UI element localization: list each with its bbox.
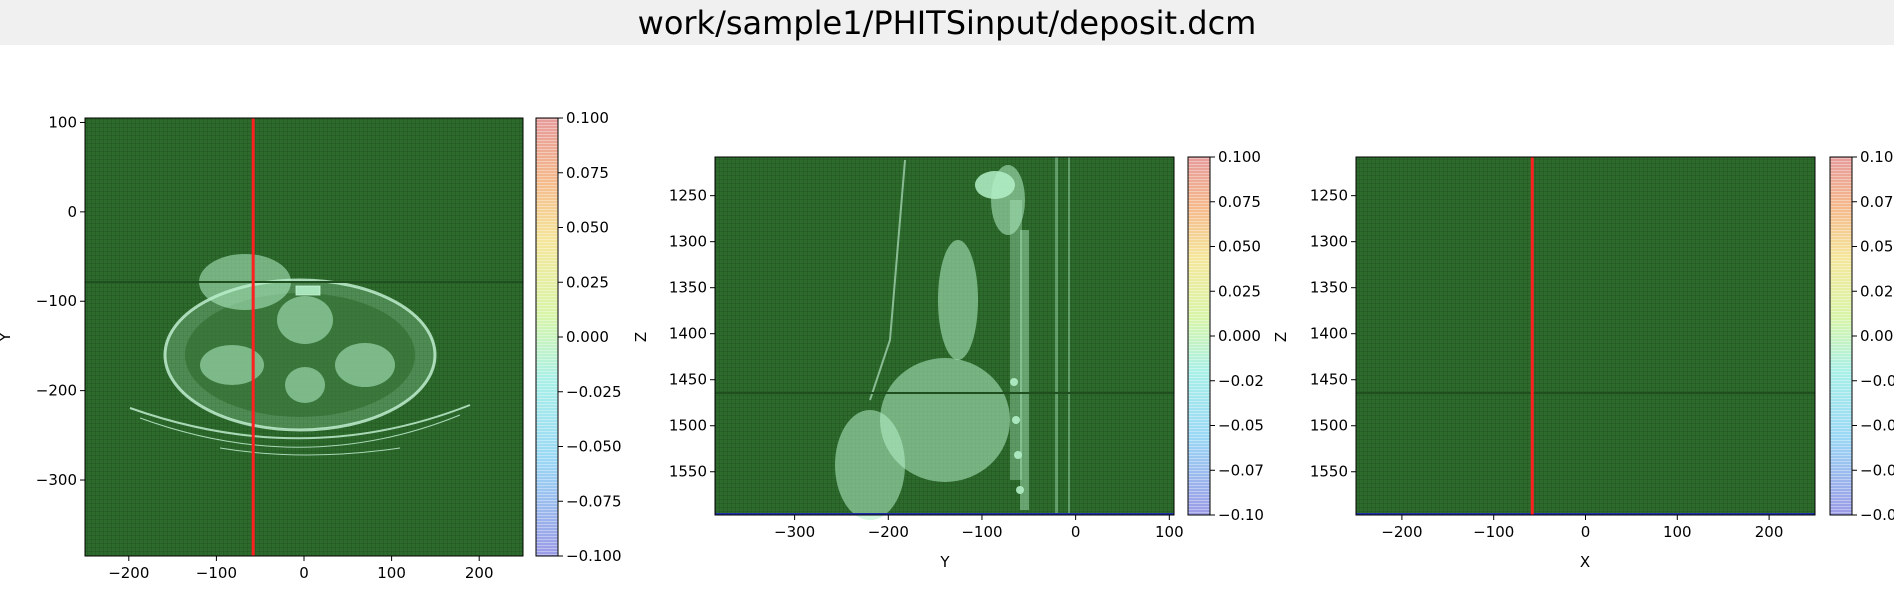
colorbar-tick-label: 0.075 [1218, 193, 1261, 211]
y-tick-label: −100 [36, 292, 77, 310]
y-tick-label: 1450 [1310, 371, 1348, 389]
colorbar-tick-label: 0.05 [1860, 238, 1893, 256]
colorbar-tick-label: −0.0 [1860, 506, 1894, 524]
x-tick-label: 100 [1155, 523, 1184, 541]
sagittal-y-axis-label: Z [632, 332, 650, 342]
y-tick-label: 1350 [1310, 279, 1348, 297]
colorbar-tick-label: 0.025 [566, 273, 609, 291]
colorbar-tick-label: 0.050 [1218, 238, 1261, 256]
colorbar-tick-label: 0.100 [566, 109, 609, 127]
axial-x-ticks: −200 −100 0 100 200 [108, 556, 494, 582]
y-tick-label: 1500 [1310, 417, 1348, 435]
colorbar-tick-label: 0.100 [1218, 148, 1261, 166]
coronal-x-ticks: −200 −100 0 100 200 [1381, 515, 1783, 541]
x-tick-label: −200 [868, 523, 909, 541]
colorbar-tick-label: 0.050 [566, 219, 609, 237]
x-tick-label: −100 [1473, 523, 1514, 541]
y-tick-label: 1250 [669, 187, 707, 205]
y-tick-label: 1550 [1310, 463, 1348, 481]
colorbar-tick-label: −0.05 [1218, 417, 1264, 435]
x-tick-label: 200 [465, 564, 494, 582]
y-tick-label: 1400 [669, 325, 707, 343]
coronal-x-axis-label: X [1580, 553, 1590, 571]
y-tick-label: −300 [36, 471, 77, 489]
colorbar-tick-label: 0.00 [1860, 327, 1893, 345]
colorbar-tick-label: −0.0 [1860, 372, 1894, 390]
colorbar-tick-label: −0.0 [1860, 461, 1894, 479]
coronal-y-ticks: 1250 1300 1350 1400 1450 1500 1550 [1310, 187, 1356, 481]
colorbar-tick-label: 0.07 [1860, 193, 1893, 211]
sagittal-y-ticks: 1250 1300 1350 1400 1450 1500 1550 [669, 187, 715, 481]
x-tick-label: 0 [299, 564, 309, 582]
y-tick-label: 0 [67, 203, 77, 221]
y-tick-label: 1450 [669, 371, 707, 389]
y-tick-label: 1350 [669, 279, 707, 297]
x-tick-label: −200 [108, 564, 149, 582]
x-tick-label: 0 [1581, 523, 1591, 541]
y-tick-label: 1300 [669, 233, 707, 251]
colorbar-tick-label: 0.10 [1860, 148, 1893, 166]
colorbar-tick-label: 0.025 [1218, 282, 1261, 300]
colorbar-tick-label: −0.100 [566, 547, 622, 565]
colorbar-tick-label: −0.02 [1218, 372, 1264, 390]
axial-y-ticks: −300 −200 −100 0 100 [36, 113, 85, 489]
colorbar-tick-label: 0.000 [1218, 327, 1261, 345]
y-tick-label: 100 [48, 113, 77, 131]
x-tick-label: 100 [1663, 523, 1692, 541]
coronal-panel: −200 −100 0 100 200 1250 1300 1350 1400 1450 1500… [1272, 148, 1894, 571]
axial-panel: −200 −100 0 100 200 −300 −200 −100 0 100 Y 0.100… [0, 109, 622, 582]
colorbar-tick-label: −0.0 [1860, 417, 1894, 435]
figure-canvas: −200−1000100200 −300−200−1000100 Y 0.100… [0, 109, 1894, 582]
coronal-colorbar-ticks: 0.10 0.07 0.05 0.02 0.00 −0.0 −0.0 −0.0 −0.0 [1852, 148, 1894, 524]
colorbar-tick-label: −0.10 [1218, 506, 1264, 524]
axial-y-axis-label: Y [0, 332, 14, 343]
x-tick-label: −100 [196, 564, 237, 582]
colorbar-tick-label: −0.050 [566, 438, 622, 456]
sagittal-x-ticks: −300 −200 −100 0 100 [774, 515, 1184, 541]
colorbar-tick-label: −0.07 [1218, 461, 1264, 479]
x-tick-label: −300 [774, 523, 815, 541]
sagittal-x-axis-label: Y [939, 553, 950, 571]
colorbar-tick-label: 0.000 [566, 328, 609, 346]
axial-colorbar-ticks: 0.100 0.075 0.050 0.025 0.000 −0.025 −0.050 −0.… [558, 109, 622, 565]
sagittal-colorbar-ticks: 0.100 0.075 0.050 0.025 0.000 −0.02 −0.05 −0.07… [1210, 148, 1264, 524]
coronal-y-axis-label: Z [1272, 332, 1290, 342]
x-tick-label: −200 [1381, 523, 1422, 541]
y-tick-label: 1550 [669, 463, 707, 481]
coronal-heatmap [1356, 157, 1815, 515]
x-tick-label: −100 [961, 523, 1002, 541]
x-tick-label: 100 [377, 564, 406, 582]
colorbar-tick-label: −0.075 [566, 492, 622, 510]
colorbar-tick-label: −0.025 [566, 383, 622, 401]
y-tick-label: −200 [36, 382, 77, 400]
sagittal-panel: −300 −200 −100 0 100 1250 1300 1350 1400 1450 150… [632, 148, 1264, 571]
y-tick-label: 1250 [1310, 187, 1348, 205]
x-tick-label: 0 [1071, 523, 1081, 541]
y-tick-label: 1300 [1310, 233, 1348, 251]
x-tick-label: 200 [1755, 523, 1784, 541]
y-tick-label: 1500 [669, 417, 707, 435]
colorbar-tick-label: 0.02 [1860, 282, 1893, 300]
y-tick-label: 1400 [1310, 325, 1348, 343]
colorbar-tick-label: 0.075 [566, 164, 609, 182]
